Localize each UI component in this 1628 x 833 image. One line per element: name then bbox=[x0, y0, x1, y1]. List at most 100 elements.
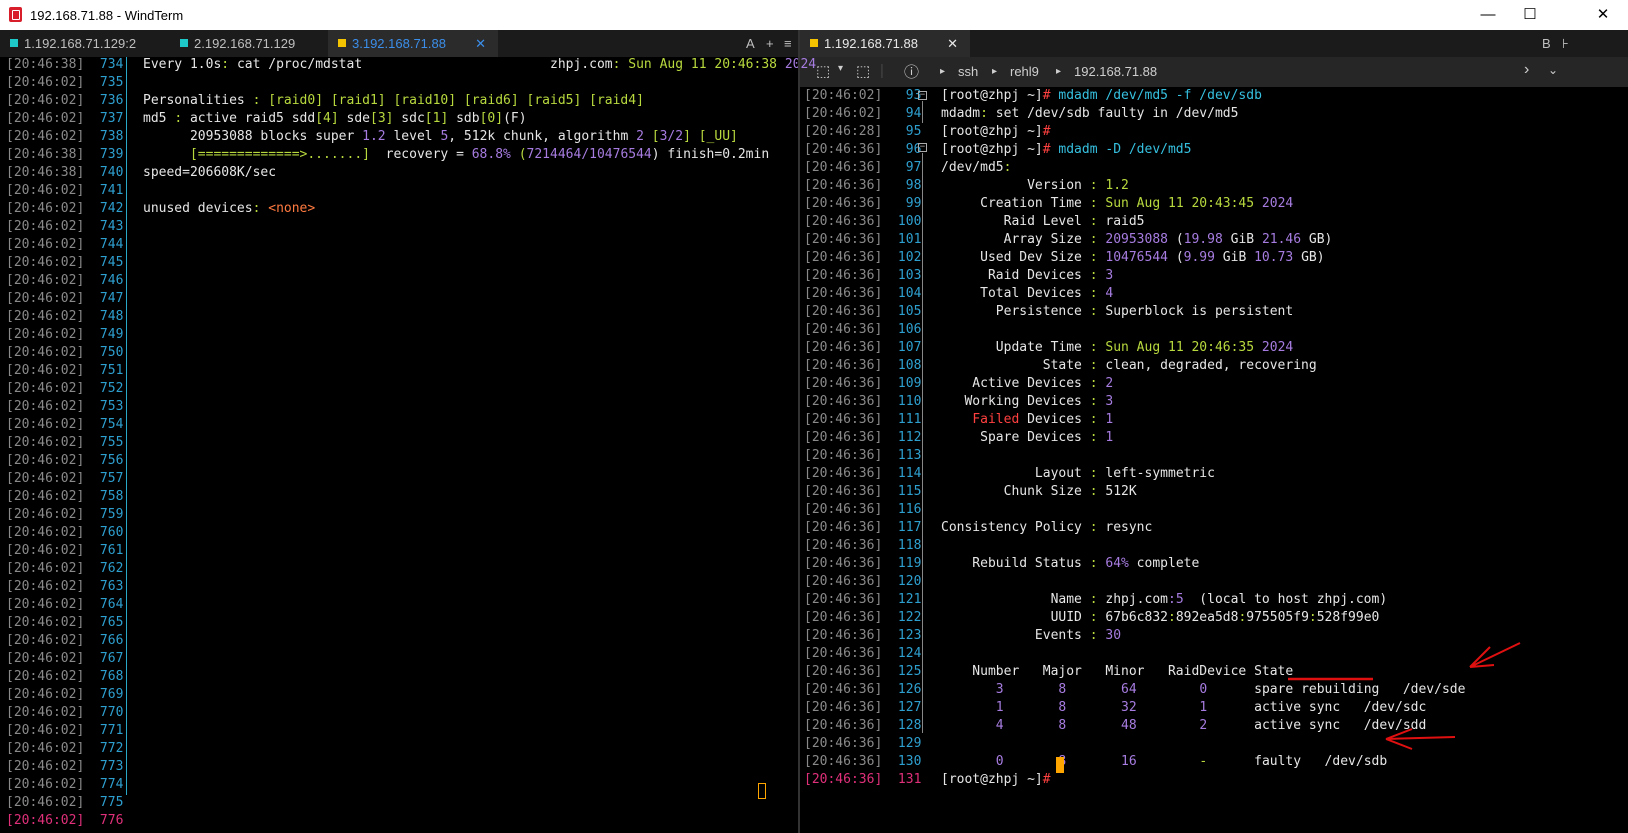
line-number: 734 bbox=[84, 57, 124, 72]
left-terminal-output: Every 1.0s: cat /proc/mdstat zhpj.com: S… bbox=[143, 56, 816, 218]
timestamp: [20:46:02] bbox=[6, 525, 85, 540]
gutter-row: [20:46:02] 746 bbox=[6, 272, 123, 290]
output-line: Every 1.0s: cat /proc/mdstat zhpj.com: S… bbox=[143, 57, 817, 72]
duplicate-icon[interactable]: ⬚ bbox=[856, 62, 870, 80]
line-number: 773 bbox=[84, 759, 124, 774]
session-status-icon bbox=[338, 39, 346, 47]
timestamp: [20:46:02] bbox=[6, 633, 85, 648]
line-number: 765 bbox=[84, 615, 124, 630]
gutter-row: [20:46:02] 761 bbox=[6, 542, 123, 560]
line-number: 761 bbox=[84, 543, 124, 558]
gutter-row: [20:46:38] 734 bbox=[6, 56, 123, 74]
left-cursor bbox=[758, 783, 766, 799]
annotation-overlay bbox=[1288, 642, 1521, 750]
minimize-button[interactable]: — bbox=[1468, 3, 1508, 27]
session-toolbar: ⬚ ▾ ⬚ | ⓘ ▸ ssh ▸ rehl9 ▸ 192.168.71.88 … bbox=[800, 57, 1628, 87]
breadcrumb-sep-icon: ▸ bbox=[940, 66, 946, 77]
maximize-button[interactable]: ☐ bbox=[1510, 3, 1550, 27]
timestamp: [20:46:02] bbox=[6, 651, 85, 666]
pane-a-button[interactable]: A bbox=[746, 30, 755, 57]
left-terminal-pane[interactable]: [20:46:38] 734 [20:46:02] 735 [20:46:02] 7… bbox=[0, 56, 816, 833]
right-tab-bar: 1.192.168.71.88 ✕ B ⊦ bbox=[800, 30, 1628, 57]
tab-session-2[interactable]: 2.192.168.71.129 bbox=[170, 30, 328, 57]
toolbar-divider: | bbox=[880, 62, 884, 79]
timestamp: [20:46:02] bbox=[6, 759, 85, 774]
line-number: 770 bbox=[84, 705, 124, 720]
timestamp: [20:46:38] bbox=[6, 165, 85, 180]
session-status-icon bbox=[810, 39, 818, 47]
tab-session-1[interactable]: 1.192.168.71.129:2 bbox=[0, 30, 170, 57]
timestamp: [20:46:38] bbox=[6, 57, 85, 72]
gutter-row: [20:46:02] 773 bbox=[6, 758, 123, 776]
timestamp: [20:46:02] bbox=[6, 183, 85, 198]
timestamp: [20:46:02] bbox=[6, 381, 85, 396]
breadcrumb-ssh[interactable]: ssh bbox=[958, 64, 978, 79]
gutter-row: [20:46:02] 760 bbox=[6, 524, 123, 542]
left-gutter: [20:46:38] 734 [20:46:02] 735 [20:46:02] 7… bbox=[6, 56, 123, 830]
gutter-row: [20:46:02] 759 bbox=[6, 506, 123, 524]
timestamp: [20:46:02] bbox=[6, 615, 85, 630]
line-number: 741 bbox=[84, 183, 124, 198]
output-line: unused devices: <none> bbox=[143, 201, 316, 216]
gutter-row: [20:46:02] 744 bbox=[6, 236, 123, 254]
line-number: 759 bbox=[84, 507, 124, 522]
new-session-icon[interactable]: ⬚ bbox=[816, 62, 830, 80]
gutter-row: [20:46:02] 751 bbox=[6, 362, 123, 380]
timestamp: [20:46:02] bbox=[6, 255, 85, 270]
timestamp: [20:46:02] bbox=[6, 471, 85, 486]
timestamp: [20:46:02] bbox=[6, 345, 85, 360]
gutter-row: [20:46:02] 776 bbox=[6, 812, 123, 830]
timestamp: [20:46:02] bbox=[6, 399, 85, 414]
timestamp: [20:46:02] bbox=[6, 561, 85, 576]
chevron-down-icon[interactable]: ⌄ bbox=[1548, 63, 1558, 77]
chevron-right-icon[interactable]: › bbox=[1524, 61, 1529, 79]
timestamp: [20:46:02] bbox=[6, 75, 85, 90]
timestamp: [20:46:02] bbox=[6, 687, 85, 702]
line-number: 755 bbox=[84, 435, 124, 450]
line-number: 747 bbox=[84, 291, 124, 306]
breadcrumb-rehl9[interactable]: rehl9 bbox=[1010, 64, 1039, 79]
line-number: 760 bbox=[84, 525, 124, 540]
tab-menu-icon[interactable]: ⊦ bbox=[1562, 30, 1569, 57]
gutter-row: [20:46:02] 747 bbox=[6, 290, 123, 308]
breadcrumb-sep-icon: ▸ bbox=[992, 66, 998, 77]
timestamp: [20:46:02] bbox=[6, 543, 85, 558]
line-number: 753 bbox=[84, 399, 124, 414]
dropdown-icon[interactable]: ▾ bbox=[838, 63, 843, 74]
menu-icon[interactable]: ≡ bbox=[784, 30, 792, 57]
close-icon[interactable]: ✕ bbox=[475, 30, 486, 57]
tab-session-right-1[interactable]: 1.192.168.71.88 ✕ bbox=[800, 30, 970, 57]
gutter-row: [20:46:02] 764 bbox=[6, 596, 123, 614]
tab-label: 1.192.168.71.129:2 bbox=[24, 36, 137, 51]
timestamp: [20:46:02] bbox=[6, 273, 85, 288]
close-window-button[interactable]: ✕ bbox=[1578, 3, 1628, 27]
line-number: 748 bbox=[84, 309, 124, 324]
line-number: 738 bbox=[84, 129, 124, 144]
timestamp: [20:46:02] bbox=[6, 813, 85, 828]
line-number: 745 bbox=[84, 255, 124, 270]
tab-label: 3.192.168.71.88 bbox=[352, 36, 446, 51]
timestamp: [20:46:02] bbox=[6, 111, 85, 126]
gutter-row: [20:46:02] 749 bbox=[6, 326, 123, 344]
line-number: 776 bbox=[84, 813, 124, 828]
line-number: 772 bbox=[84, 741, 124, 756]
line-number: 767 bbox=[84, 651, 124, 666]
timestamp: [20:46:02] bbox=[6, 723, 85, 738]
timestamp: [20:46:02] bbox=[6, 129, 85, 144]
breadcrumb-host[interactable]: 192.168.71.88 bbox=[1074, 64, 1157, 79]
timestamp: [20:46:02] bbox=[6, 237, 85, 252]
line-number: 739 bbox=[84, 147, 124, 162]
line-number: 752 bbox=[84, 381, 124, 396]
pane-b-button[interactable]: B bbox=[1542, 30, 1551, 57]
new-tab-button[interactable]: + bbox=[766, 30, 774, 57]
gutter-row: [20:46:02] 741 bbox=[6, 182, 123, 200]
line-number: 756 bbox=[84, 453, 124, 468]
right-terminal-pane[interactable]: [20:46:02] 93 [20:46:02] 94 [20:46:28] 95[… bbox=[800, 87, 1628, 833]
info-icon[interactable]: ⓘ bbox=[904, 61, 919, 82]
line-number: 758 bbox=[84, 489, 124, 504]
tab-session-3[interactable]: 3.192.168.71.88 ✕ bbox=[328, 30, 498, 57]
close-icon[interactable]: ✕ bbox=[947, 30, 958, 57]
line-number: 769 bbox=[84, 687, 124, 702]
